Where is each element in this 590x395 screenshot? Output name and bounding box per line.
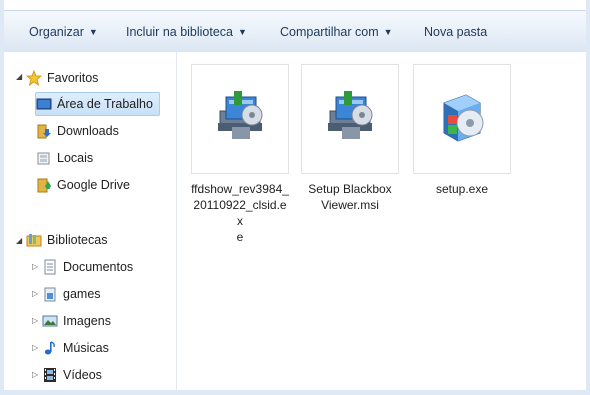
new-folder-button[interactable]: Nova pasta	[424, 23, 487, 41]
nav-item-google-drive[interactable]: Google Drive	[36, 174, 130, 196]
expand-arrow-icon[interactable]: ▷	[32, 317, 40, 325]
expand-arrow-icon[interactable]: ▷	[32, 263, 40, 271]
file-name-line: setup.exe	[435, 182, 489, 196]
expand-arrow-icon[interactable]: ▷	[32, 371, 40, 379]
pictures-library-icon	[42, 313, 58, 329]
nav-item-recent-places[interactable]: Locais	[36, 147, 93, 169]
nav-libraries[interactable]: Bibliotecas	[26, 229, 107, 251]
nav-libraries-label: Bibliotecas	[47, 233, 108, 247]
nav-item-label: Downloads	[57, 124, 119, 138]
installer-icon	[328, 91, 373, 139]
organize-button[interactable]: Organizar ▼	[29, 23, 98, 41]
nav-item-label: Área de Trabalho	[57, 97, 153, 111]
nav-favorites-label: Favoritos	[47, 71, 99, 85]
dropdown-arrow-icon: ▼	[88, 27, 98, 37]
nav-item-label: games	[63, 287, 101, 301]
expand-arrow-icon[interactable]: ▷	[32, 290, 40, 298]
library-icon	[42, 286, 58, 302]
collapse-arrow-icon[interactable]: ◢	[16, 73, 24, 81]
downloads-folder-icon	[36, 123, 52, 139]
window-frame-right	[586, 0, 590, 395]
file-list: ffdshow_rev3984_ 20110922_clsid.ex e Set…	[177, 52, 586, 390]
setup-exe-icon	[443, 94, 484, 142]
organize-label: Organizar	[29, 25, 84, 39]
recent-places-icon	[36, 150, 52, 166]
google-drive-folder-icon	[36, 177, 52, 193]
nav-item-label: Músicas	[63, 341, 109, 355]
nav-item-downloads[interactable]: Downloads	[36, 120, 119, 142]
command-bar: Organizar ▼ Incluir na biblioteca ▼ Compar…	[4, 10, 586, 53]
nav-item-label: Locais	[57, 151, 94, 165]
nav-item-videos[interactable]: Vídeos	[42, 364, 102, 386]
dropdown-arrow-icon: ▼	[238, 27, 247, 37]
expand-arrow-icon[interactable]: ▷	[32, 344, 40, 352]
nav-item-games[interactable]: games	[42, 283, 101, 305]
videos-library-icon	[42, 367, 58, 383]
file-name: setup.exe	[413, 181, 511, 197]
file-name-line: Viewer.msi	[321, 198, 379, 212]
file-thumbnail	[301, 64, 399, 174]
nav-favorites[interactable]: Favoritos	[26, 67, 98, 89]
navigation-pane: ◢ Favoritos Área de Trabalho Downloads L…	[4, 52, 177, 390]
file-name-line: e	[236, 230, 244, 244]
music-library-icon	[42, 340, 58, 356]
star-icon	[26, 70, 42, 86]
dropdown-arrow-icon: ▼	[383, 27, 393, 37]
file-thumbnail	[191, 64, 289, 174]
desktop-icon	[36, 96, 52, 112]
nav-item-label: Google Drive	[57, 178, 130, 192]
include-in-library-label: Incluir na biblioteca	[126, 25, 234, 39]
nav-item-music[interactable]: Músicas	[42, 337, 109, 359]
nav-item-pictures[interactable]: Imagens	[42, 310, 111, 332]
file-name: Setup Blackbox Viewer.msi	[301, 181, 399, 213]
documents-library-icon	[42, 259, 58, 275]
file-item[interactable]: ffdshow_rev3984_ 20110922_clsid.ex e	[191, 64, 289, 245]
libraries-icon	[26, 232, 42, 248]
nav-item-label: Vídeos	[63, 368, 102, 382]
installer-icon	[218, 91, 263, 139]
file-name: ffdshow_rev3984_ 20110922_clsid.ex e	[191, 181, 289, 245]
share-with-label: Compartilhar com	[280, 25, 379, 39]
file-item[interactable]: Setup Blackbox Viewer.msi	[301, 64, 399, 213]
window-frame-bottom	[0, 390, 590, 395]
file-thumbnail	[413, 64, 511, 174]
nav-item-documents[interactable]: Documentos	[42, 256, 133, 278]
file-name-line: 20110922_clsid.ex	[193, 198, 287, 228]
nav-item-label: Imagens	[63, 314, 111, 328]
collapse-arrow-icon[interactable]: ◢	[16, 237, 24, 245]
include-in-library-button[interactable]: Incluir na biblioteca ▼	[126, 23, 247, 41]
file-name-line: ffdshow_rev3984_	[191, 182, 289, 196]
nav-item-desktop[interactable]: Área de Trabalho	[35, 92, 160, 116]
file-item[interactable]: setup.exe	[413, 64, 511, 197]
file-name-line: Setup Blackbox	[308, 182, 392, 196]
share-with-button[interactable]: Compartilhar com ▼	[280, 23, 393, 41]
nav-item-label: Documentos	[63, 260, 134, 274]
new-folder-label: Nova pasta	[424, 25, 488, 39]
